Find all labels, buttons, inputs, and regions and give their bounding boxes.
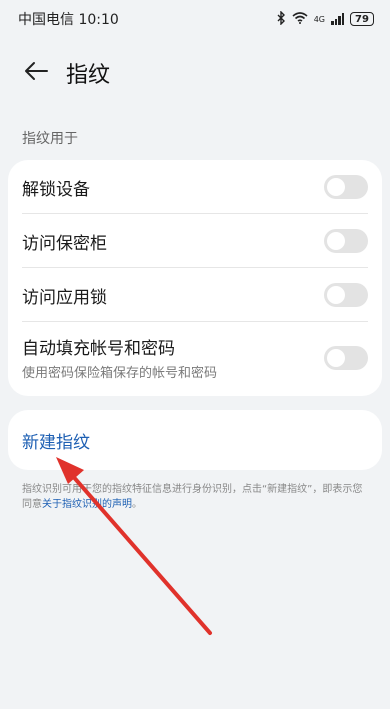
fingerprint-usage-card: 解锁设备 访问保密柜 访问应用锁 自动填充帐号和密码 使用密码保险箱保存的帐号和…: [8, 160, 382, 396]
page-title: 指纹: [66, 63, 111, 88]
app-lock-toggle[interactable]: [324, 283, 368, 307]
setting-row-autofill[interactable]: 自动填充帐号和密码 使用密码保险箱保存的帐号和密码: [8, 322, 382, 393]
carrier-label: 中国电信: [18, 12, 74, 28]
clock: 10:10: [78, 12, 119, 28]
setting-label: 自动填充帐号和密码: [22, 339, 175, 359]
status-bar: 中国电信 10:10 4G 79: [0, 0, 390, 38]
wifi-icon: [292, 11, 308, 27]
app-bar: 指纹: [0, 50, 390, 96]
setting-row-app-lock[interactable]: 访问应用锁: [8, 268, 382, 322]
back-arrow-icon: [23, 60, 49, 86]
battery-level: 79: [355, 13, 369, 25]
privacy-footnote: 指纹识别可用于您的指纹特征信息进行身份识别，点击“新建指纹”，即表示您同意关于指…: [22, 482, 372, 512]
unlock-device-toggle[interactable]: [324, 175, 368, 199]
status-left: 中国电信 10:10: [18, 9, 119, 29]
new-fingerprint-button[interactable]: 新建指纹: [8, 410, 382, 470]
setting-label: 解锁设备: [22, 179, 90, 200]
network-type-label: 4G: [313, 14, 325, 24]
setting-label: 访问保密柜: [22, 233, 107, 254]
back-button[interactable]: [16, 53, 56, 93]
new-fingerprint-label: 新建指纹: [22, 432, 90, 453]
privacy-statement-link[interactable]: 关于指纹识别的声明: [42, 499, 132, 510]
setting-sublabel: 使用密码保险箱保存的帐号和密码: [22, 366, 218, 381]
setting-label: 访问应用锁: [22, 287, 107, 308]
bluetooth-icon: [276, 9, 286, 28]
autofill-text: 自动填充帐号和密码 使用密码保险箱保存的帐号和密码: [22, 334, 217, 381]
autofill-toggle[interactable]: [324, 345, 368, 370]
footnote-end: 。: [132, 499, 142, 510]
safe-toggle[interactable]: [324, 229, 368, 253]
section-label: 指纹用于: [22, 131, 78, 147]
battery-icon: 79: [350, 12, 374, 26]
status-right: 4G 79: [276, 9, 374, 28]
setting-row-safe[interactable]: 访问保密柜: [8, 214, 382, 268]
signal-icon: [331, 13, 344, 25]
setting-row-unlock-device[interactable]: 解锁设备: [8, 160, 382, 214]
